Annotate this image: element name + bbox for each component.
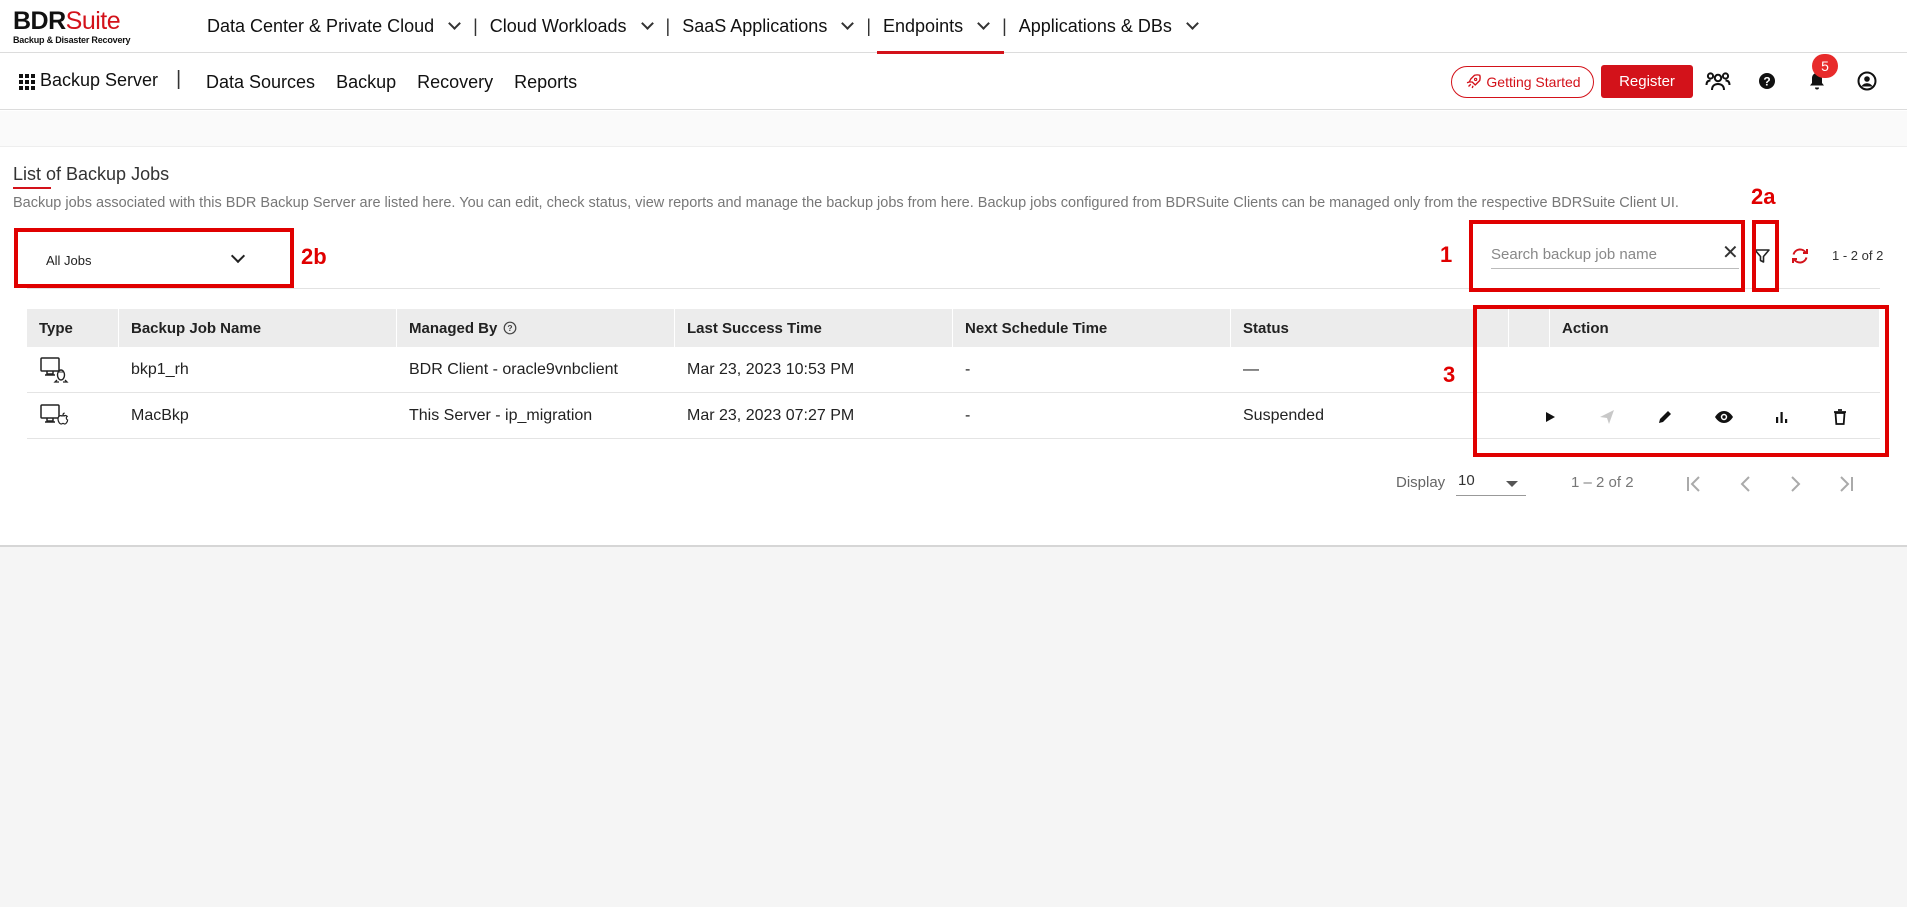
row-status: Suspended <box>1243 406 1324 424</box>
header-job-name[interactable]: Backup Job Name <box>119 309 397 347</box>
subnav-recovery[interactable]: Recovery <box>417 72 493 93</box>
chevron-down-icon <box>1185 16 1199 30</box>
header-status[interactable]: Status <box>1231 309 1509 347</box>
chevron-down-icon <box>977 16 990 30</box>
secondary-navigation-bar: Backup Server | Data Sources Backup Reco… <box>0 54 1907 110</box>
row-next-schedule: - <box>965 360 971 378</box>
header-type: Type <box>27 309 119 347</box>
topnav-endpoints[interactable]: Endpoints <box>877 13 1005 54</box>
page-size-value: 10 <box>1458 472 1475 489</box>
header-managed-by[interactable]: Managed By ? <box>397 309 675 347</box>
row-type-cell <box>27 347 119 392</box>
title-separator: | <box>176 68 182 90</box>
page-size-select[interactable]: 10 <box>1456 472 1526 496</box>
topnav-label: Cloud Workloads <box>489 15 627 36</box>
row-next-schedule: - <box>965 406 971 424</box>
info-icon[interactable]: ? <box>503 321 517 335</box>
subnav-data-sources[interactable]: Data Sources <box>206 72 315 93</box>
dropdown-arrow-icon <box>1506 481 1518 487</box>
logo-text-suite: Suite <box>65 7 121 35</box>
product-menu: Data Center & Private Cloud | Cloud Work… <box>207 13 1201 54</box>
subnav-menu: Data Sources Backup Recovery Reports <box>206 72 577 93</box>
community-icon[interactable] <box>1704 68 1732 96</box>
row-status: — <box>1243 360 1259 378</box>
menu-separator: | <box>665 15 671 36</box>
header-next-schedule[interactable]: Next Schedule Time <box>953 309 1231 347</box>
annotation-label-1: 1 <box>1440 242 1453 267</box>
subnav-reports[interactable]: Reports <box>514 72 577 93</box>
next-page-icon[interactable] <box>1783 472 1807 496</box>
mac-client-icon <box>40 403 69 425</box>
title-underline <box>13 187 51 189</box>
row-managed-by: BDR Client - oracle9vnbclient <box>409 360 618 378</box>
topnav-applications-dbs[interactable]: Applications & DBs <box>1019 13 1201 39</box>
svg-text:?: ? <box>1763 75 1770 89</box>
display-label: Display <box>1396 474 1446 491</box>
topnav-saas-applications[interactable]: SaaS Applications <box>682 13 856 39</box>
top-pagination-count: 1 - 2 of 2 <box>1832 248 1884 263</box>
logo-subtitle: Backup & Disaster Recovery <box>13 35 131 45</box>
refresh-icon[interactable] <box>1789 245 1811 267</box>
annotation-box-1 <box>1469 220 1745 292</box>
menu-separator: | <box>1002 15 1007 36</box>
row-job-name[interactable]: bkp1_rh <box>119 347 397 392</box>
annotation-label-2a: 2a <box>1751 184 1776 209</box>
first-page-icon[interactable] <box>1683 472 1707 496</box>
row-last-success: Mar 23, 2023 07:27 PM <box>687 406 855 424</box>
subnav-backup[interactable]: Backup <box>336 72 396 93</box>
topnav-label: Applications & DBs <box>1018 15 1172 36</box>
backup-server-title[interactable]: Backup Server <box>40 70 158 91</box>
empty-background <box>0 547 1907 907</box>
register-button[interactable]: Register <box>1601 65 1693 98</box>
row-managed-by: This Server - ip_migration <box>409 406 593 424</box>
header-managed-by-label: Managed By <box>409 319 498 337</box>
page-title: List of Backup Jobs <box>13 164 170 184</box>
svg-text:?: ? <box>508 323 513 333</box>
row-last-success: Mar 23, 2023 10:53 PM <box>687 360 855 378</box>
content-top-band <box>0 111 1907 147</box>
topnav-data-center[interactable]: Data Center & Private Cloud <box>207 13 463 39</box>
topnav-label: Endpoints <box>883 15 964 36</box>
getting-started-button[interactable]: Getting Started <box>1451 66 1594 98</box>
chevron-down-icon <box>841 16 855 30</box>
notification-count-badge: 5 <box>1812 54 1838 78</box>
annotation-box-2b <box>14 228 294 288</box>
menu-separator: | <box>866 15 872 36</box>
rocket-icon <box>1467 74 1482 89</box>
logo-text-bdr: BDR <box>13 7 66 35</box>
pagination-range: 1 – 2 of 2 <box>1571 474 1634 491</box>
annotation-label-2b: 2b <box>301 244 327 269</box>
getting-started-label: Getting Started <box>1486 74 1581 90</box>
bdrsuite-logo[interactable]: BDRSuite Backup & Disaster Recovery <box>13 7 131 45</box>
linux-client-icon <box>40 356 69 383</box>
annotation-box-3 <box>1473 305 1889 457</box>
menu-separator: | <box>473 15 478 36</box>
previous-page-icon[interactable] <box>1734 472 1758 496</box>
chevron-down-icon <box>448 16 461 30</box>
page-description: Backup jobs associated with this BDR Bac… <box>13 195 1679 211</box>
topnav-label: Data Center & Private Cloud <box>207 15 435 36</box>
top-navigation-bar: BDRSuite Backup & Disaster Recovery Data… <box>0 0 1907 54</box>
help-icon[interactable]: ? <box>1756 70 1778 92</box>
last-page-icon[interactable] <box>1833 472 1857 496</box>
chevron-down-icon <box>640 16 654 30</box>
annotation-box-2a <box>1752 220 1779 292</box>
app-grid-icon[interactable] <box>19 74 35 90</box>
topnav-cloud-workloads[interactable]: Cloud Workloads <box>490 13 656 39</box>
user-account-icon[interactable] <box>1856 70 1878 92</box>
topnav-label: SaaS Applications <box>682 15 828 36</box>
header-last-success[interactable]: Last Success Time <box>675 309 953 347</box>
row-type-cell <box>27 393 119 438</box>
row-job-name[interactable]: MacBkp <box>119 393 397 438</box>
annotation-label-3: 3 <box>1443 362 1456 387</box>
